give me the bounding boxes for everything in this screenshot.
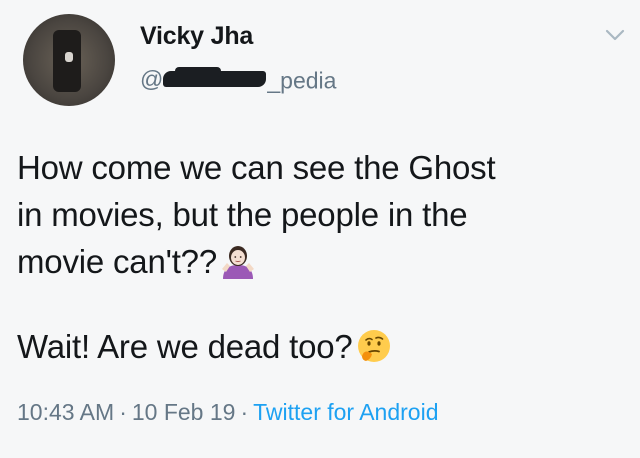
tweet-line-4: Wait! Are we dead too? <box>17 323 627 370</box>
author-handle[interactable]: @ _pedia <box>140 66 336 96</box>
tweet-date[interactable]: 10 Feb 19 <box>132 399 236 425</box>
tweet-line-2: in movies, but the people in the <box>17 196 468 233</box>
tweet-meta: 10:43 AM · 10 Feb 19 · Twitter for Android <box>17 399 438 426</box>
meta-separator: · <box>119 399 127 425</box>
tweet-text: How come we can see the Ghost in movies,… <box>17 144 627 370</box>
meta-separator: · <box>240 399 249 425</box>
tweet-time[interactable]: 10:43 AM <box>17 399 114 425</box>
handle-at: @ <box>140 66 164 92</box>
tweet-line-3-text: movie can't?? <box>17 243 217 280</box>
tweet-line-4-text: Wait! Are we dead too? <box>17 328 353 365</box>
redaction-mark <box>163 66 267 87</box>
author-name[interactable]: Vicky Jha <box>140 22 253 51</box>
tweet-card: Vicky Jha @ _pedia How come we can see th… <box>0 0 640 458</box>
avatar[interactable] <box>23 14 115 106</box>
tweet-line-3: movie can't?? <box>17 238 627 285</box>
thinking-face-emoji <box>357 330 390 362</box>
tweet-line-1: How come we can see the Ghost <box>17 149 496 186</box>
tweet-source-link[interactable]: Twitter for Android <box>253 399 438 425</box>
person-shrugging-emoji <box>221 246 254 279</box>
handle-suffix: _pedia <box>267 67 337 94</box>
avatar-detail <box>65 52 73 62</box>
chevron-down-icon[interactable] <box>604 28 626 42</box>
